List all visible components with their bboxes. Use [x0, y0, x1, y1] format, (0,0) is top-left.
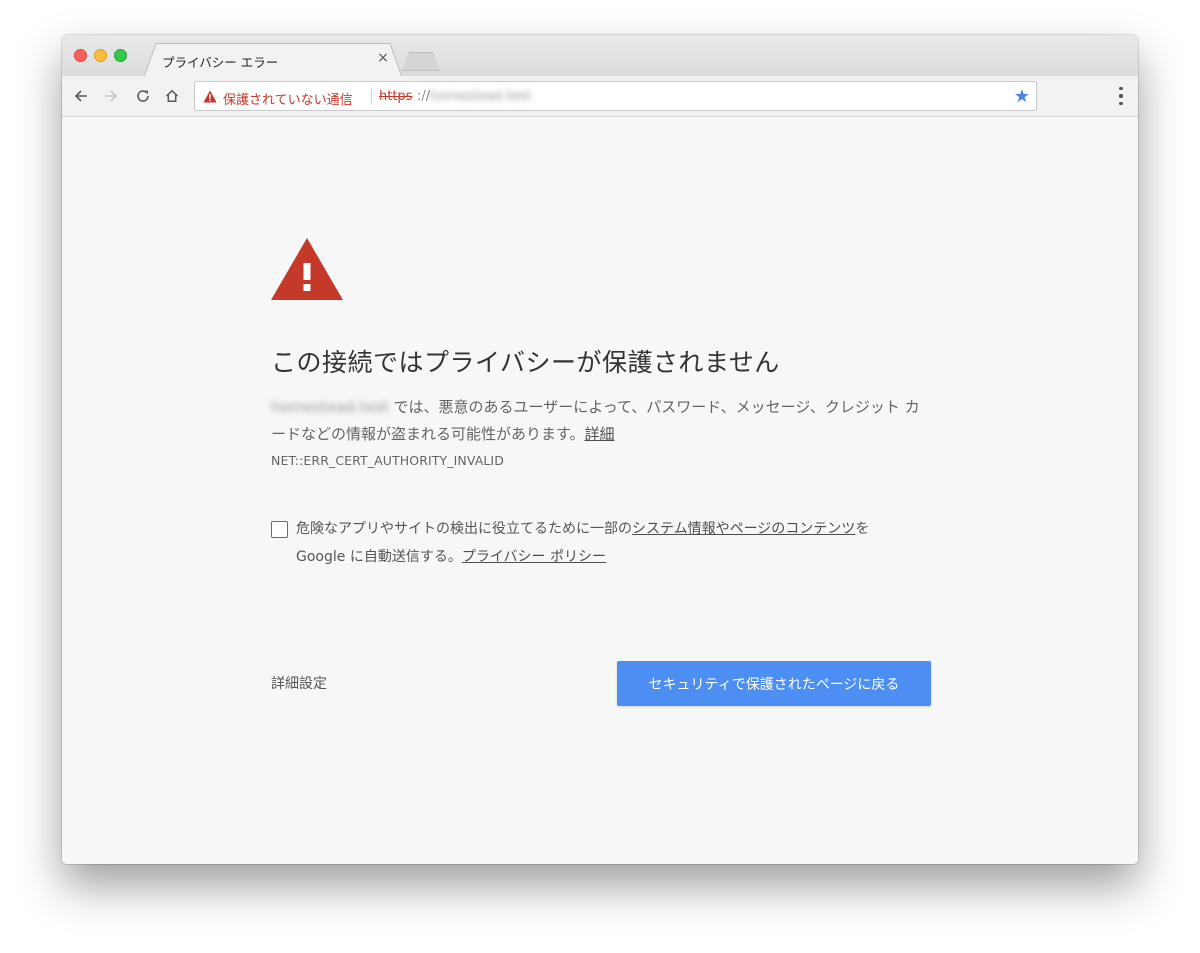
warning-icon	[203, 90, 217, 103]
safe-browsing-text-1: 危険なアプリやサイトの検出に役立てるために一部の	[296, 521, 632, 537]
warning-icon	[271, 238, 343, 300]
omnibox-separator	[371, 88, 372, 105]
menu-dot	[1119, 101, 1123, 105]
system-info-link[interactable]: システム情報やページのコンテンツ	[632, 521, 855, 537]
bookmark-star-icon[interactable]: ★	[1014, 86, 1030, 107]
close-window-button[interactable]	[74, 49, 87, 62]
url-scheme: https	[379, 89, 413, 104]
back-to-safety-button[interactable]: セキュリティで保護されたページに戻る	[617, 661, 931, 706]
safe-browsing-line-2: Google に自動送信する。プライバシー ポリシー	[296, 543, 936, 571]
home-button[interactable]	[160, 84, 184, 108]
security-chip[interactable]: 保護されていない通信	[223, 89, 353, 108]
interstitial-page: この接続ではプライバシーが保護されません homestead.test では、悪…	[62, 117, 1138, 864]
menu-dots-icon[interactable]	[1114, 85, 1128, 107]
error-description: homestead.test では、悪意のあるユーザーによって、パスワード、メッ…	[271, 394, 931, 448]
safe-browsing-text-2: を	[855, 521, 870, 537]
zoom-window-button[interactable]	[114, 49, 127, 62]
forward-arrow-icon	[105, 90, 118, 102]
menu-dot	[1119, 94, 1123, 98]
tab-close-icon[interactable]: ×	[375, 50, 391, 66]
new-tab-button[interactable]	[402, 52, 440, 71]
minimize-window-button[interactable]	[94, 49, 107, 62]
toolbar: 保護されていない通信 https :// homestead.test ★	[62, 76, 1138, 117]
tab-title: プライバシー エラー	[162, 55, 279, 70]
advanced-button[interactable]: 詳細設定	[271, 673, 327, 693]
forward-button[interactable]	[99, 84, 123, 108]
privacy-policy-link[interactable]: プライバシー ポリシー	[462, 549, 606, 565]
back-button[interactable]	[69, 84, 93, 108]
safe-browsing-text-3: Google に自動送信する。	[296, 549, 462, 565]
safe-browsing-checkbox[interactable]	[271, 521, 288, 538]
back-arrow-icon	[74, 90, 87, 102]
browser-window: プライバシー エラー × 保護されていない通信 https:// homest…	[62, 35, 1138, 864]
address-bar[interactable]: 保護されていない通信 https :// homestead.test ★	[194, 81, 1037, 111]
tab-strip: プライバシー エラー ×	[62, 35, 1138, 77]
safe-browsing-label: 危険なアプリやサイトの検出に役立てるために一部のシステム情報やページのコンテンツ…	[296, 515, 936, 571]
url-host: homestead.test	[429, 89, 532, 104]
details-link[interactable]: 詳細	[585, 425, 615, 443]
reload-button[interactable]	[131, 84, 155, 108]
reload-icon	[137, 90, 149, 102]
error-code: NET::ERR_CERT_AUTHORITY_INVALID	[271, 453, 504, 468]
home-icon	[165, 89, 179, 103]
site-host: homestead.test	[271, 398, 389, 416]
menu-dot	[1119, 87, 1123, 91]
page-title: この接続ではプライバシーが保護されません	[271, 348, 780, 377]
